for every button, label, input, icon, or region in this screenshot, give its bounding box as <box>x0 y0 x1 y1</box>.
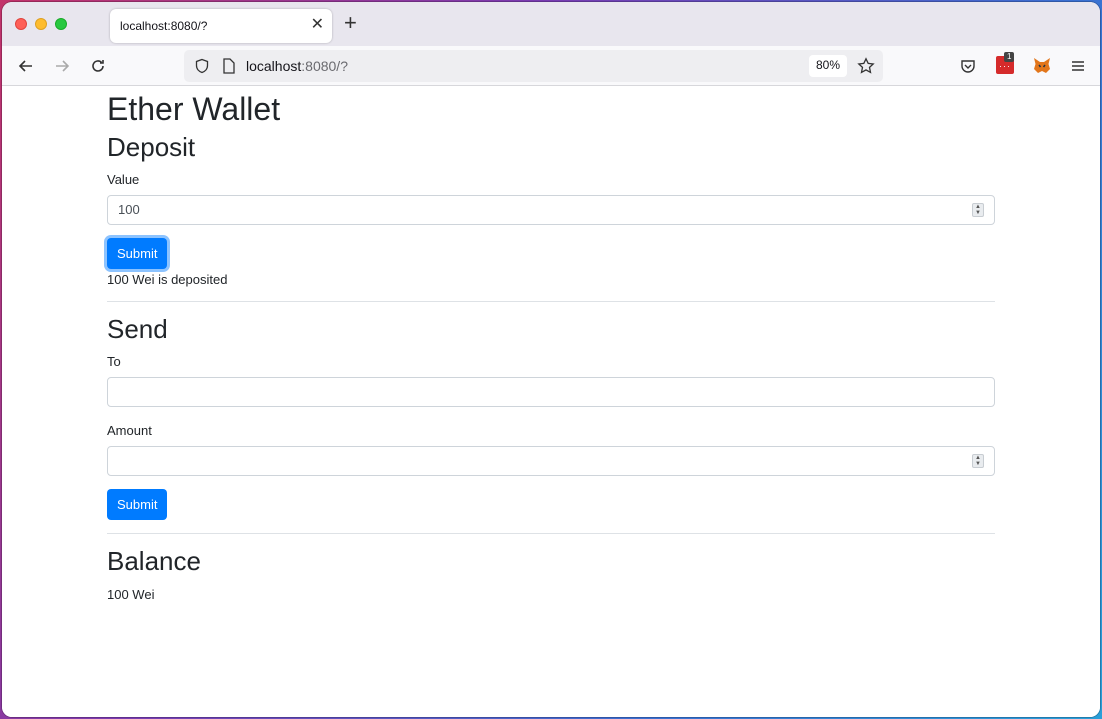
to-label: To <box>107 354 121 369</box>
number-spinner-icon[interactable]: ▲ ▼ <box>972 203 984 217</box>
tab-title: localhost:8080/? <box>120 19 208 33</box>
page-title: Ether Wallet <box>107 91 281 127</box>
arrow-right-icon <box>56 60 70 72</box>
url-text[interactable]: localhost:8080/? <box>246 58 348 74</box>
zoom-level-button[interactable]: 80% <box>808 55 847 77</box>
url-bar[interactable]: localhost:8080/? 80% <box>184 50 883 82</box>
send-section: Send <box>107 314 995 345</box>
amount-input[interactable]: ▲ ▼ <box>107 446 995 476</box>
divider <box>107 301 995 302</box>
deposit-submit-button[interactable]: Submit <box>107 238 168 269</box>
back-button[interactable] <box>14 54 38 78</box>
browser-window: localhost:8080/? ✕ + localhost:8080/? 80… <box>2 2 1100 717</box>
page-icon[interactable] <box>222 58 236 79</box>
amount-label: Amount <box>107 423 152 438</box>
close-tab-icon[interactable]: ✕ <box>311 16 324 34</box>
deposit-section: Deposit <box>107 132 995 163</box>
app-container: Ether Wallet <box>107 90 995 128</box>
minimize-window-button[interactable] <box>35 18 47 30</box>
close-window-button[interactable] <box>15 18 27 30</box>
number-spinner-icon[interactable]: ▲ ▼ <box>972 454 984 468</box>
bookmark-star-icon[interactable] <box>857 57 875 80</box>
balance-value: 100 Wei <box>107 587 155 602</box>
browser-tab[interactable]: localhost:8080/? ✕ <box>110 9 332 43</box>
balance-section: Balance <box>107 546 995 577</box>
reload-button[interactable] <box>86 54 110 78</box>
arrow-left-icon <box>18 60 32 72</box>
dots-icon: ··· <box>999 61 1011 71</box>
metamask-fox-icon[interactable] <box>1032 56 1052 81</box>
nav-bar: localhost:8080/? 80% 1 ··· <box>2 46 1100 86</box>
forward-button[interactable] <box>50 54 74 78</box>
deposit-status: 100 Wei is deposited <box>107 272 228 287</box>
deposit-submit-wrapper: Submit <box>107 238 995 269</box>
tab-bar: localhost:8080/? ✕ + <box>2 2 1100 46</box>
send-heading: Send <box>107 314 168 344</box>
send-submit-button[interactable]: Submit <box>107 489 168 520</box>
reload-icon <box>92 60 104 72</box>
page-content: Ether Wallet Deposit Value 100 ▲ ▼ Submit… <box>2 86 1100 717</box>
send-submit-wrapper: Submit <box>107 489 995 520</box>
deposit-heading: Deposit <box>107 132 196 162</box>
value-input-text: 100 <box>118 202 140 217</box>
maximize-window-button[interactable] <box>55 18 67 30</box>
to-field-wrapper <box>107 377 995 407</box>
pocket-icon[interactable] <box>960 58 976 79</box>
menu-icon[interactable] <box>1070 58 1086 79</box>
to-input[interactable] <box>107 377 995 407</box>
amount-field-wrapper: ▲ ▼ <box>107 446 995 476</box>
divider <box>107 533 995 534</box>
value-field-wrapper: 100 ▲ ▼ <box>107 195 995 225</box>
value-label: Value <box>107 172 140 187</box>
extension-icon[interactable]: 1 ··· <box>996 52 1015 74</box>
value-input[interactable]: 100 ▲ ▼ <box>107 195 995 225</box>
shield-icon[interactable] <box>194 58 210 79</box>
balance-heading: Balance <box>107 546 201 576</box>
new-tab-button[interactable]: + <box>344 12 357 34</box>
